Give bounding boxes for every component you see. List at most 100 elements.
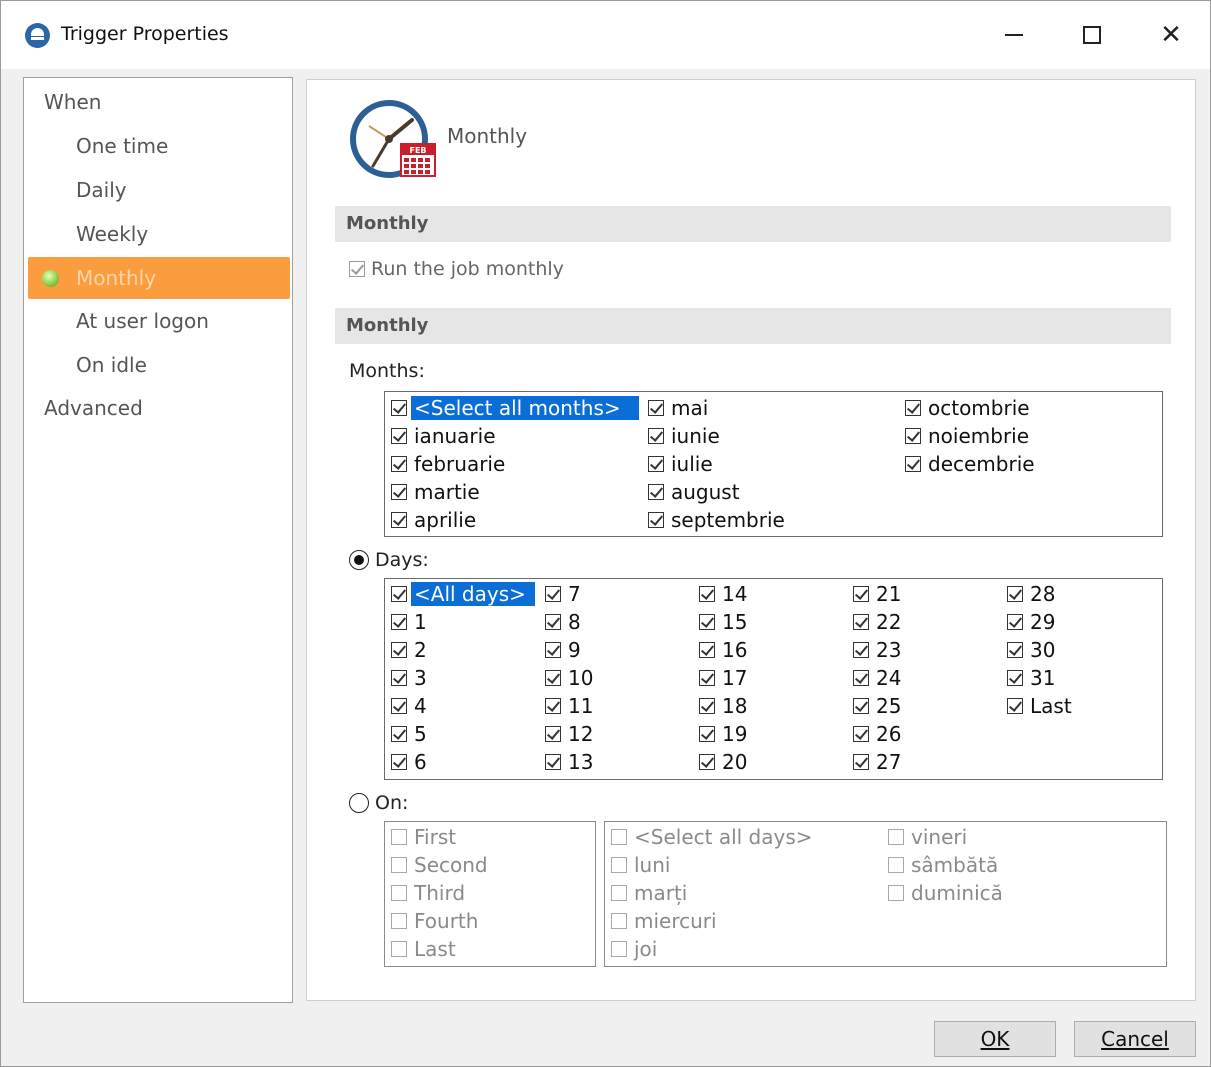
ordinal-item[interactable]: Fourth (391, 907, 481, 935)
month-item[interactable]: octombrie (905, 394, 1033, 422)
day-item[interactable]: 16 (699, 636, 750, 664)
day-item[interactable]: 10 (545, 664, 596, 692)
weekday-item-label: <Select all days> (634, 825, 813, 849)
ordinal-item[interactable]: Third (391, 879, 468, 907)
day-item[interactable]: 18 (699, 692, 750, 720)
month-item[interactable]: ianuarie (391, 422, 499, 450)
weekday-list[interactable]: <Select all days> luni marți miercuri joi vin… (604, 821, 1167, 967)
ordinal-list[interactable]: First Second Third Fourth Last (384, 821, 596, 967)
month-item[interactable]: martie (391, 478, 483, 506)
day-item[interactable]: Last (1007, 692, 1075, 720)
sidebar-item-one-time[interactable]: One time (76, 126, 168, 166)
month-item[interactable]: februarie (391, 450, 508, 478)
day-item-label: 26 (876, 722, 902, 746)
day-item[interactable]: 17 (699, 664, 750, 692)
ok-button[interactable]: OK (934, 1021, 1056, 1057)
ordinal-item[interactable]: Second (391, 851, 491, 879)
month-item[interactable]: iunie (648, 422, 723, 450)
sidebar: When One time Daily Weekly Monthly At us… (23, 77, 293, 1003)
day-item[interactable]: 7 (545, 580, 584, 608)
checkbox-icon (545, 726, 561, 742)
day-item[interactable]: 15 (699, 608, 750, 636)
sidebar-item-weekly[interactable]: Weekly (76, 214, 148, 254)
weekday-item[interactable]: marți (611, 879, 690, 907)
day-item-label: 3 (414, 666, 427, 690)
day-item[interactable]: 8 (545, 608, 584, 636)
day-item[interactable]: 25 (853, 692, 904, 720)
day-item[interactable]: 31 (1007, 664, 1058, 692)
weekday-item[interactable]: vineri (888, 823, 970, 851)
day-item[interactable]: 13 (545, 748, 596, 776)
sidebar-item-daily[interactable]: Daily (76, 170, 127, 210)
day-item[interactable]: 26 (853, 720, 904, 748)
checkbox-icon (853, 614, 869, 630)
day-item[interactable]: 14 (699, 580, 750, 608)
checkbox-icon (391, 586, 407, 602)
checkbox-icon (391, 428, 407, 444)
maximize-button[interactable] (1067, 15, 1117, 55)
month-item[interactable]: aprilie (391, 506, 479, 534)
weekday-item[interactable]: <Select all days> (611, 823, 816, 851)
close-button[interactable]: ✕ (1146, 15, 1196, 55)
weekday-item[interactable]: luni (611, 851, 673, 879)
days-radio[interactable]: Days: (349, 549, 429, 571)
day-item[interactable]: 6 (391, 748, 430, 776)
sidebar-item-on-idle[interactable]: On idle (76, 345, 147, 385)
day-item[interactable]: 28 (1007, 580, 1058, 608)
day-item[interactable]: 30 (1007, 636, 1058, 664)
month-item[interactable]: noiembrie (905, 422, 1032, 450)
day-item[interactable]: 12 (545, 720, 596, 748)
day-item-label: 10 (568, 666, 594, 690)
on-radio[interactable]: On: (349, 792, 408, 814)
day-item[interactable]: 22 (853, 608, 904, 636)
day-item[interactable]: 29 (1007, 608, 1058, 636)
close-icon: ✕ (1160, 20, 1182, 50)
weekday-item[interactable]: joi (611, 935, 660, 963)
month-item[interactable]: septembrie (648, 506, 788, 534)
clock-calendar-icon: FEB (350, 100, 436, 178)
checkbox-icon (545, 670, 561, 686)
month-item[interactable]: decembrie (905, 450, 1038, 478)
weekday-item-label: marți (634, 881, 688, 905)
day-item[interactable]: 5 (391, 720, 430, 748)
sidebar-group-advanced[interactable]: Advanced (44, 388, 143, 428)
day-item[interactable]: <All days> (391, 580, 535, 608)
checkbox-icon (699, 726, 715, 742)
day-item[interactable]: 2 (391, 636, 430, 664)
ordinal-item[interactable]: Last (391, 935, 459, 963)
days-list[interactable]: <All days> 1 2 3 4 5 6 7 8 9 10 11 12 13 14 15 16 17 18 19 2… (384, 578, 1163, 780)
day-item[interactable]: 23 (853, 636, 904, 664)
month-item[interactable]: iulie (648, 450, 716, 478)
day-item[interactable]: 27 (853, 748, 904, 776)
checkbox-icon (391, 857, 407, 873)
month-item[interactable]: <Select all months> (391, 394, 639, 422)
checkbox-icon (699, 670, 715, 686)
day-item[interactable]: 1 (391, 608, 430, 636)
day-item[interactable]: 9 (545, 636, 584, 664)
day-item[interactable]: 3 (391, 664, 430, 692)
day-item[interactable]: 21 (853, 580, 904, 608)
day-item[interactable]: 24 (853, 664, 904, 692)
sidebar-group-when[interactable]: When (44, 82, 101, 122)
ordinal-item[interactable]: First (391, 823, 459, 851)
month-item[interactable]: august (648, 478, 743, 506)
day-item[interactable]: 19 (699, 720, 750, 748)
month-item[interactable]: mai (648, 394, 711, 422)
day-item[interactable]: 11 (545, 692, 596, 720)
minimize-button[interactable] (989, 15, 1039, 55)
weekday-item-label: luni (634, 853, 671, 877)
day-item[interactable]: 20 (699, 748, 750, 776)
checkbox-icon (391, 754, 407, 770)
weekday-item[interactable]: duminică (888, 879, 1006, 907)
cancel-button[interactable]: Cancel (1074, 1021, 1196, 1057)
months-list[interactable]: <Select all months> ianuarie februarie mart… (384, 391, 1163, 537)
day-item[interactable]: 4 (391, 692, 430, 720)
day-item-label: 13 (568, 750, 594, 774)
run-monthly-checkbox[interactable]: Run the job monthly (349, 258, 564, 280)
checkbox-icon (391, 670, 407, 686)
weekday-item[interactable]: sâmbătă (888, 851, 1001, 879)
sidebar-item-monthly[interactable]: Monthly (28, 257, 290, 299)
sidebar-item-at-user-logon[interactable]: At user logon (76, 301, 209, 341)
day-item-label: 14 (722, 582, 748, 606)
weekday-item[interactable]: miercuri (611, 907, 720, 935)
